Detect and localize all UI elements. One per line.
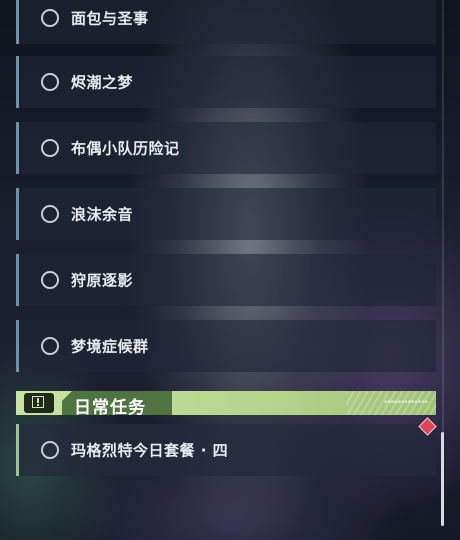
circle-icon [41, 337, 59, 355]
quest-item[interactable]: 烬潮之梦 [16, 56, 436, 108]
circle-icon [41, 9, 59, 27]
stripe-decoration: ▪▪▪▪▪▪▪▪▪▪▪▪▪ [346, 391, 436, 415]
quest-label: 面包与圣事 [71, 9, 149, 28]
quest-item[interactable]: 布偶小队历险记 [16, 122, 436, 174]
circle-icon [41, 441, 59, 459]
decorative-text: ▪▪▪▪▪▪▪▪▪▪▪▪▪ [383, 399, 428, 405]
alert-icon [24, 393, 54, 413]
quest-list: 面包与圣事 烬潮之梦 布偶小队历险记 浪沫余音 狩原逐影 梦境症候群 日常任务 … [0, 0, 460, 540]
section-title: 日常任务 [74, 398, 146, 418]
quest-label: 布偶小队历险记 [71, 139, 180, 158]
quest-item[interactable]: 浪沫余音 [16, 188, 436, 240]
quest-item[interactable]: 狩原逐影 [16, 254, 436, 306]
quest-item[interactable]: 面包与圣事 [16, 0, 436, 44]
quest-label: 浪沫余音 [71, 205, 134, 224]
quest-label: 狩原逐影 [71, 271, 134, 290]
daily-quests-header[interactable]: 日常任务 ▪▪▪▪▪▪▪▪▪▪▪▪▪ [16, 391, 436, 418]
quest-label: 烬潮之梦 [71, 73, 134, 92]
quest-item[interactable]: 梦境症候群 [16, 320, 436, 372]
circle-icon [41, 271, 59, 289]
circle-icon [41, 73, 59, 91]
circle-icon [41, 139, 59, 157]
quest-label: 玛格烈特今日套餐 · 四 [71, 441, 229, 460]
circle-icon [41, 205, 59, 223]
scrollbar-thumb[interactable] [441, 432, 444, 526]
quest-label: 梦境症候群 [71, 337, 149, 356]
daily-quest-item[interactable]: 玛格烈特今日套餐 · 四 [16, 424, 436, 476]
